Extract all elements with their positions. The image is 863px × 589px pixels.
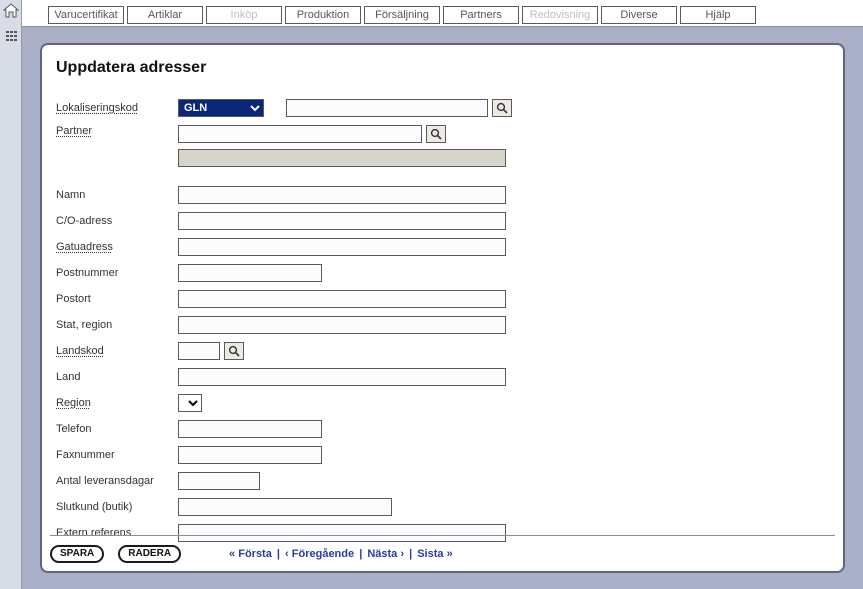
tab-produktion[interactable]: Produktion <box>285 6 361 24</box>
label-postnummer: Postnummer <box>56 267 178 279</box>
nav-first[interactable]: « Första <box>229 548 272 560</box>
label-slutkund: Slutkund (butik) <box>56 501 178 513</box>
lokaliseringskod-input[interactable] <box>286 99 488 117</box>
land-input[interactable] <box>178 368 506 386</box>
nav-sep: | <box>275 548 282 560</box>
postnummer-input[interactable] <box>178 264 322 282</box>
tab-redovisning: Redovisning <box>522 6 598 24</box>
tab-artiklar[interactable]: Artiklar <box>127 6 203 24</box>
partner-input[interactable] <box>178 125 422 143</box>
slutkund-input[interactable] <box>178 498 392 516</box>
lokaliseringskod-select[interactable]: GLN <box>178 99 264 117</box>
nav-next[interactable]: Nästa › <box>367 548 404 560</box>
home-icon[interactable] <box>3 3 19 18</box>
label-lokaliseringskod: Lokaliseringskod <box>56 102 178 114</box>
faxnummer-input[interactable] <box>178 446 322 464</box>
landskod-lookup-button[interactable] <box>224 342 244 360</box>
postort-input[interactable] <box>178 290 506 308</box>
label-namn: Namn <box>56 189 178 201</box>
namn-input[interactable] <box>178 186 506 204</box>
label-stat-region: Stat, region <box>56 319 178 331</box>
address-form: Lokaliseringskod GLN Partner <box>56 99 829 542</box>
gatuadress-input[interactable] <box>178 238 506 256</box>
form-panel: Uppdatera adresser Lokaliseringskod GLN … <box>40 43 845 573</box>
record-nav: « Första | ‹ Föregående | Nästa › | Sist… <box>229 548 453 560</box>
label-landskod: Landskod <box>56 345 178 357</box>
lokaliseringskod-lookup-button[interactable] <box>492 99 512 117</box>
main-tabbar: VarucertifikatArtiklarInköpProduktionFör… <box>22 0 863 27</box>
page-title: Uppdatera adresser <box>56 59 829 77</box>
co-adress-input[interactable] <box>178 212 506 230</box>
tab-varucertifikat[interactable]: Varucertifikat <box>48 6 124 24</box>
label-partner: Partner <box>56 125 178 137</box>
partner-lookup-button[interactable] <box>426 125 446 143</box>
label-postort: Postort <box>56 293 178 305</box>
label-telefon: Telefon <box>56 423 178 435</box>
nav-prev[interactable]: ‹ Föregående <box>285 548 354 560</box>
tab-diverse[interactable]: Diverse <box>601 6 677 24</box>
tab-försäljning[interactable]: Försäljning <box>364 6 440 24</box>
workspace: Uppdatera adresser Lokaliseringskod GLN … <box>22 27 863 589</box>
tab-partners[interactable]: Partners <box>443 6 519 24</box>
partner-display <box>178 149 506 167</box>
left-rail <box>0 0 22 589</box>
landskod-input[interactable] <box>178 342 220 360</box>
label-region: Region <box>56 397 178 409</box>
telefon-input[interactable] <box>178 420 322 438</box>
tab-hjälp[interactable]: Hjälp <box>680 6 756 24</box>
label-gatuadress: Gatuadress <box>56 241 178 253</box>
label-antal-leveransdagar: Antal leveransdagar <box>56 475 178 487</box>
nav-sep: | <box>407 548 414 560</box>
nav-sep: | <box>357 548 364 560</box>
label-land: Land <box>56 371 178 383</box>
stat-region-input[interactable] <box>178 316 506 334</box>
antal-leveransdagar-input[interactable] <box>178 472 260 490</box>
panel-footer: SPARA RADERA « Första | ‹ Föregående | N… <box>50 535 835 565</box>
nav-last[interactable]: Sista » <box>417 548 452 560</box>
tab-inköp: Inköp <box>206 6 282 24</box>
menu-dots-icon[interactable] <box>6 30 17 44</box>
save-button[interactable]: SPARA <box>50 545 104 563</box>
label-co-adress: C/O-adress <box>56 215 178 227</box>
delete-button[interactable]: RADERA <box>118 545 181 563</box>
region-select[interactable] <box>178 394 202 412</box>
label-faxnummer: Faxnummer <box>56 449 178 461</box>
